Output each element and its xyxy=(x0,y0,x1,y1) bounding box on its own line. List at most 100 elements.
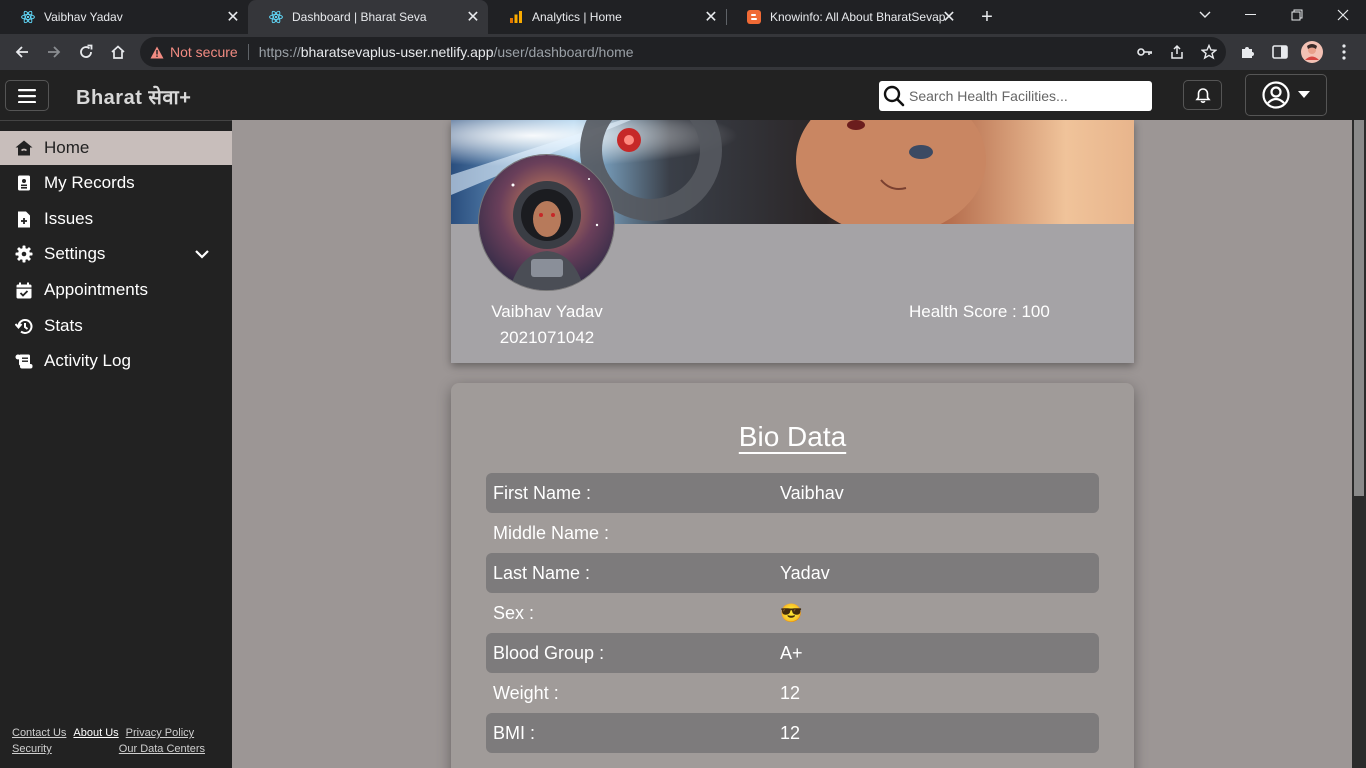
react-icon xyxy=(268,9,284,25)
browser-menu-icon[interactable] xyxy=(1330,38,1358,66)
restore-icon[interactable] xyxy=(1274,0,1320,30)
bio-label: BMI : xyxy=(493,722,536,743)
bell-icon xyxy=(1194,87,1211,103)
sidebar: Home My Records Issues Settings Appointm… xyxy=(0,120,232,768)
gear-icon xyxy=(15,245,33,263)
url-scheme: https:// xyxy=(258,44,301,60)
sidebar-item-label: Home xyxy=(44,138,90,157)
user-circle-icon xyxy=(1262,81,1290,109)
bio-row-bmi: BMI : 12 xyxy=(486,713,1099,753)
home-icon[interactable] xyxy=(104,38,132,66)
tab-dashboard[interactable]: Dashboard | Bharat Seva ✕ xyxy=(248,0,488,34)
close-icon[interactable]: ✕ xyxy=(702,8,720,26)
app-header: Bharat सेवा+ xyxy=(0,70,1366,120)
close-icon[interactable]: ✕ xyxy=(464,8,482,26)
tab-vaibhav-yadav[interactable]: Vaibhav Yadav ✕ xyxy=(0,0,248,34)
profile-avatar-icon[interactable] xyxy=(1298,38,1326,66)
scroll-icon xyxy=(15,352,33,370)
browser-toolbar: Not secure https://bharatsevaplus-user.n… xyxy=(0,34,1366,70)
tab-title: Knowinfo: All About BharatSevap xyxy=(770,10,946,24)
bio-label: Middle Name : xyxy=(493,522,610,543)
bio-data-heading: Bio Data xyxy=(451,421,1134,453)
bio-value: A+ xyxy=(780,642,803,663)
history-icon xyxy=(15,317,33,335)
close-icon[interactable]: ✕ xyxy=(224,8,242,26)
bio-label: Sex : xyxy=(493,602,535,623)
brand-logo-text[interactable]: Bharat सेवा+ xyxy=(76,83,191,110)
about-us-link[interactable]: About Us xyxy=(73,727,118,739)
bio-value: 12 xyxy=(780,722,801,743)
hamburger-icon xyxy=(18,88,36,103)
sidebar-item-label: Stats xyxy=(44,316,83,335)
address-bar[interactable]: Not secure https://bharatsevaplus-user.n… xyxy=(140,37,1226,67)
share-icon[interactable] xyxy=(1166,41,1188,63)
tab-title: Analytics | Home xyxy=(532,10,622,24)
analytics-icon xyxy=(508,9,524,25)
home-icon xyxy=(15,139,33,157)
sidebar-item-issues[interactable]: Issues xyxy=(0,202,232,236)
sidebar-item-appointments[interactable]: Appointments xyxy=(0,273,232,307)
chevron-down-icon[interactable] xyxy=(194,246,210,262)
file-plus-icon xyxy=(15,210,33,228)
tab-analytics[interactable]: Analytics | Home ✕ xyxy=(488,0,726,34)
close-icon[interactable]: ✕ xyxy=(940,8,958,26)
facility-search[interactable] xyxy=(879,81,1152,111)
key-icon[interactable] xyxy=(1134,41,1156,63)
search-icon[interactable] xyxy=(879,85,909,107)
warning-triangle-icon[interactable] xyxy=(150,46,164,59)
sidebar-item-home[interactable]: Home xyxy=(0,131,232,165)
sidebar-item-stats[interactable]: Stats xyxy=(0,309,232,343)
data-centers-link[interactable]: Our Data Centers xyxy=(119,743,205,755)
sidebar-item-my-records[interactable]: My Records xyxy=(0,166,232,200)
bio-row-last-name: Last Name : Yadav xyxy=(486,553,1099,593)
profile-name: Vaibhav Yadav xyxy=(491,302,603,321)
privacy-policy-link[interactable]: Privacy Policy xyxy=(126,727,194,739)
sidebar-item-label: Appointments xyxy=(44,280,148,299)
bio-label: Weight : xyxy=(493,682,559,703)
search-input[interactable] xyxy=(909,88,1145,104)
forward-arrow-icon[interactable] xyxy=(40,38,68,66)
minimize-icon[interactable] xyxy=(1228,0,1274,30)
sidebar-toggle-button[interactable] xyxy=(5,80,49,111)
new-tab-button[interactable]: + xyxy=(976,6,998,28)
sidebar-item-activity-log[interactable]: Activity Log xyxy=(0,344,232,378)
back-arrow-icon[interactable] xyxy=(8,38,36,66)
tab-title: Vaibhav Yadav xyxy=(44,10,123,24)
security-link[interactable]: Security xyxy=(12,743,52,755)
bio-row-weight: Weight : 12 xyxy=(486,673,1099,713)
tab-search-icon[interactable] xyxy=(1182,0,1228,30)
profile-card: Vaibhav Yadav 2021071042 Health Score : … xyxy=(451,120,1134,363)
sidebar-item-label: My Records xyxy=(44,173,135,192)
bio-row-first-name: First Name : Vaibhav xyxy=(486,473,1099,513)
bio-data-card: Bio Data First Name : Vaibhav Middle Nam… xyxy=(451,383,1134,768)
url-path: /user/dashboard/home xyxy=(493,44,634,60)
bio-data-title: Bio Data xyxy=(738,421,847,452)
bio-label: Blood Group : xyxy=(493,642,605,663)
bio-value: 😎 xyxy=(780,602,803,623)
extensions-puzzle-icon[interactable] xyxy=(1234,38,1262,66)
bio-label: Last Name : xyxy=(493,562,591,583)
bio-label: First Name : xyxy=(493,482,592,503)
sidebar-item-label: Issues xyxy=(44,209,94,228)
react-icon xyxy=(20,9,36,25)
sidebar-item-label: Settings xyxy=(44,244,106,263)
health-score: Health Score : 100 xyxy=(909,302,1050,321)
user-menu-button[interactable] xyxy=(1245,74,1327,116)
avatar[interactable] xyxy=(478,154,615,291)
close-window-icon[interactable] xyxy=(1320,0,1366,30)
bookmark-star-icon[interactable] xyxy=(1198,41,1220,63)
main-content: Vaibhav Yadav 2021071042 Health Score : … xyxy=(232,120,1352,768)
tab-knowinfo[interactable]: Knowinfo: All About BharatSevap ✕ xyxy=(726,0,964,34)
security-status[interactable]: Not secure xyxy=(170,44,238,60)
calendar-check-icon xyxy=(15,281,33,299)
reload-icon[interactable] xyxy=(72,38,100,66)
bio-value: Yadav xyxy=(780,562,830,583)
bio-row-blood-group: Blood Group : A+ xyxy=(486,633,1099,673)
scrollbar-thumb[interactable] xyxy=(1354,120,1364,496)
page-scrollbar[interactable] xyxy=(1352,120,1366,768)
bio-value: Vaibhav xyxy=(780,482,844,503)
sidebar-item-settings[interactable]: Settings xyxy=(0,237,232,271)
contact-us-link[interactable]: Contact Us xyxy=(12,727,66,739)
side-panel-icon[interactable] xyxy=(1266,38,1294,66)
notifications-button[interactable] xyxy=(1183,80,1222,110)
